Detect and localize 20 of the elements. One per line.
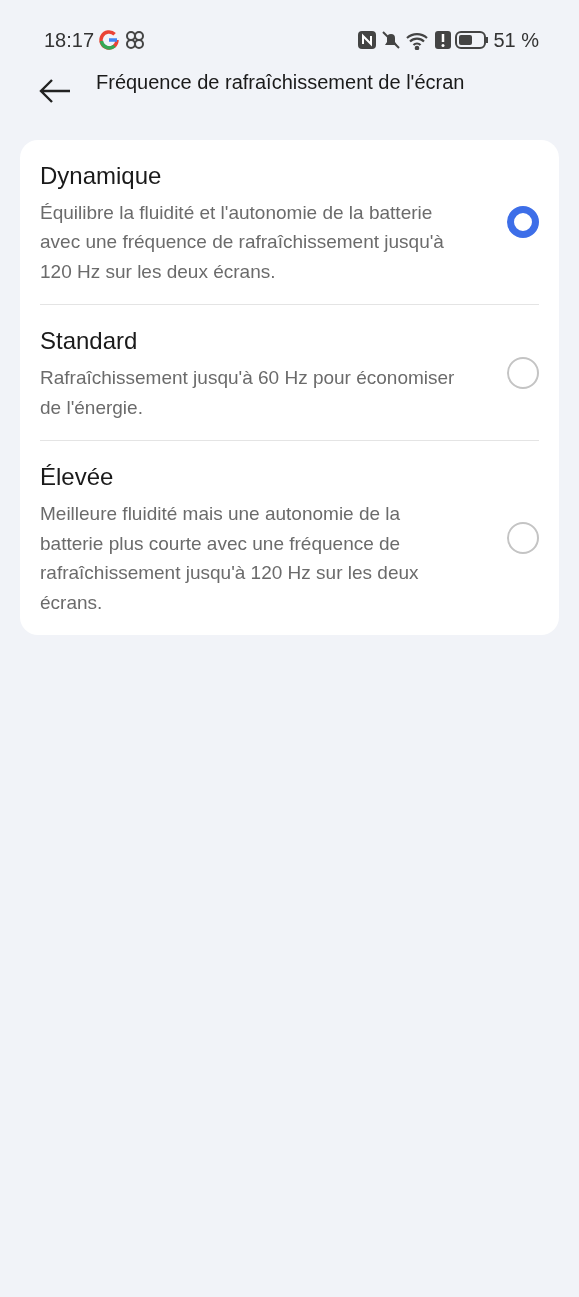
battery-percentage: 51 % bbox=[493, 28, 539, 53]
radio-button[interactable] bbox=[507, 522, 539, 555]
page-title: Fréquence de rafraîchissement de l'écran bbox=[96, 70, 466, 95]
nfc-icon bbox=[357, 30, 378, 50]
g-logo-icon bbox=[98, 29, 121, 51]
radio-button[interactable] bbox=[507, 206, 539, 239]
option-title: Dynamique bbox=[40, 161, 163, 191]
back-arrow-icon bbox=[38, 78, 72, 104]
option-title: Élevée bbox=[40, 462, 115, 493]
alert-icon bbox=[435, 30, 452, 50]
back-button[interactable] bbox=[38, 78, 72, 104]
battery-icon bbox=[455, 30, 490, 50]
bell-off-icon bbox=[381, 30, 402, 50]
clock: 18:17 bbox=[44, 28, 95, 53]
radio-button[interactable] bbox=[507, 356, 539, 389]
option-description: Rafraîchissement jusqu'à 60 Hz pour économiser de l'énergie. bbox=[40, 366, 456, 420]
pinwheel-icon bbox=[124, 29, 147, 51]
option-description: Équilibre la fluidité et l'autonomie de la batterie avec une fréquence de rafraîchissement jusqu'à 120 Hz sur les deux écrans. bbox=[40, 201, 445, 284]
option-description: Meilleure fluidité mais une autonomie de la batterie plus courte avec une fréquence de rafraîchissement jusqu'à 120 Hz sur les deux écrans. bbox=[40, 502, 420, 615]
option-title: Standard bbox=[40, 326, 139, 357]
